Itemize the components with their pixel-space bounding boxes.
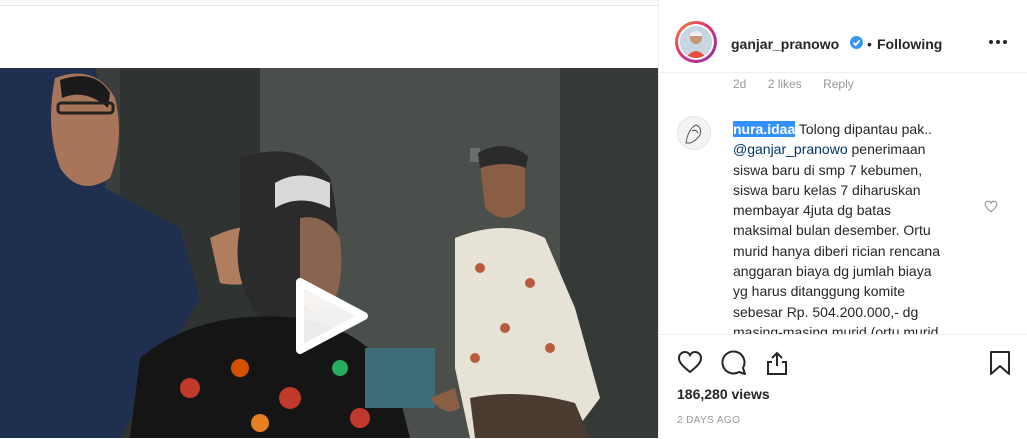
comment-text-part-1: Tolong dipantau pak..: [798, 121, 932, 137]
reply-button[interactable]: Reply: [823, 77, 854, 91]
following-button[interactable]: Following: [877, 36, 942, 52]
comments-list[interactable]: 2d 2 likes Reply nura.idaa Tolong dipant…: [659, 72, 1027, 334]
comment-age: 2d: [733, 77, 747, 91]
video-player[interactable]: [0, 68, 658, 438]
view-count[interactable]: 186,280 views: [677, 386, 770, 402]
separator-dot: •: [867, 36, 872, 52]
post-actions: 186,280 views 2 DAYS AGO: [659, 334, 1027, 439]
heart-icon[interactable]: [677, 350, 703, 379]
bookmark-icon[interactable]: [989, 350, 1011, 381]
post-sidebar: ganjar_pranowo • Following 2d 2 likes Re…: [658, 0, 1027, 439]
post-header: ganjar_pranowo • Following: [659, 0, 1027, 73]
video-frame: [0, 68, 658, 438]
comment-icon[interactable]: [721, 350, 747, 381]
post-margin: [0, 6, 658, 68]
verified-badge-icon: [850, 36, 863, 49]
commenter-username[interactable]: nura.idaa: [733, 121, 796, 137]
comment-like-heart-icon[interactable]: [984, 200, 998, 218]
author-avatar[interactable]: [675, 21, 717, 63]
author-username[interactable]: ganjar_pranowo: [731, 36, 839, 52]
comment-likes[interactable]: 2 likes: [768, 77, 802, 91]
more-options-icon[interactable]: [989, 40, 1009, 46]
mention-link[interactable]: @ganjar_pranowo: [733, 141, 848, 157]
comment-body: nura.idaa Tolong dipantau pak.. @ganjar_…: [733, 119, 973, 334]
previous-comment-meta: 2d 2 likes Reply: [733, 77, 872, 91]
commenter-avatar[interactable]: [677, 116, 711, 150]
share-icon[interactable]: [765, 350, 789, 381]
post-timestamp[interactable]: 2 DAYS AGO: [677, 415, 740, 426]
comment-text-part-2: penerimaan siswa baru di smp 7 kebumen, …: [733, 141, 940, 334]
